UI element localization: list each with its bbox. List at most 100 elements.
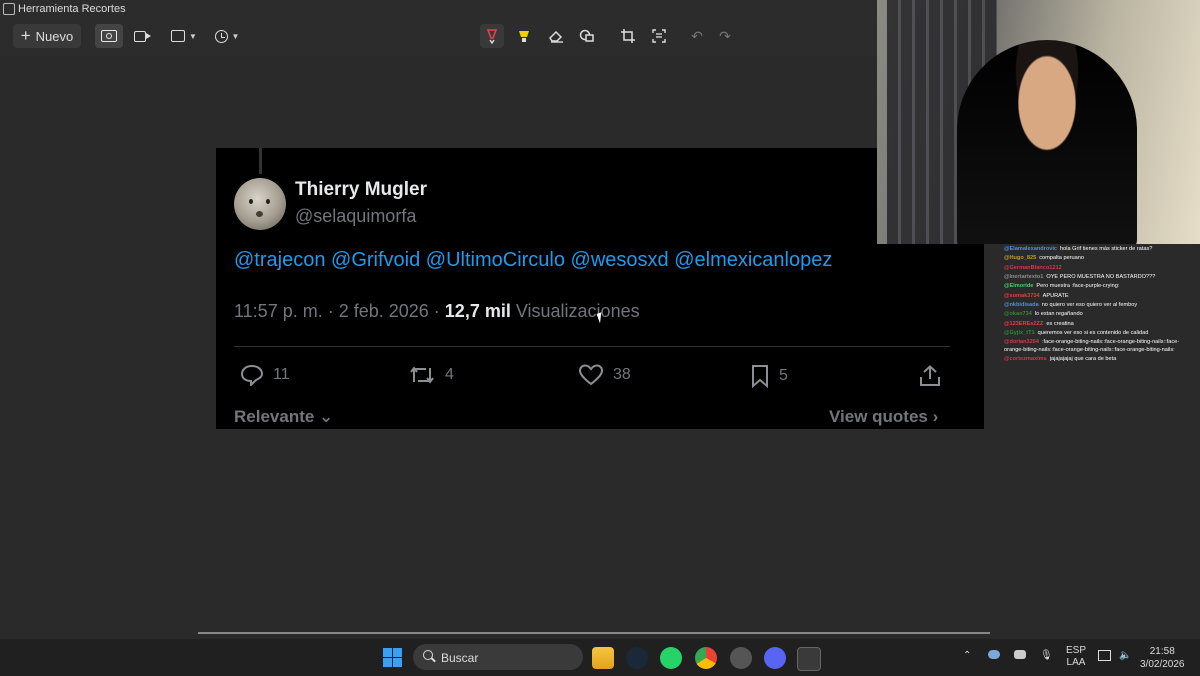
- microphone-icon[interactable]: 🎙: [1040, 650, 1053, 661]
- chat-text: APURATE: [1042, 292, 1069, 299]
- discord-tray-icon[interactable]: [1014, 650, 1026, 659]
- chat-username[interactable]: @dorian3264: [1004, 339, 1039, 345]
- webcam-overlay: [877, 0, 1200, 244]
- heart-icon: [578, 364, 604, 386]
- steam-icon[interactable]: [626, 647, 648, 669]
- taskbar-search[interactable]: Buscar: [413, 644, 583, 670]
- chat-username[interactable]: @Elmoride: [1004, 283, 1033, 289]
- chat-username[interactable]: @okao734: [1004, 311, 1032, 317]
- tweet-author[interactable]: Thierry Mugler: [295, 179, 427, 201]
- chevron-down-icon: ⌄: [314, 407, 334, 426]
- view-quotes-link[interactable]: View quotes ›: [829, 407, 938, 427]
- chat-message: @Inertartexto1 OYE PERO MUESTRA NO BASTAR…: [1004, 274, 1194, 282]
- avatar-eye: [249, 199, 253, 204]
- chat-message: @123EREs2ZZ es creatina: [1004, 321, 1194, 329]
- bookmark-count: 5: [779, 367, 788, 384]
- chat-username[interactable]: @Gyjix_tT1: [1004, 330, 1035, 336]
- repost-button[interactable]: 4: [408, 364, 454, 386]
- chat-username[interactable]: @somak3734: [1004, 293, 1040, 299]
- highlighter-tool-button[interactable]: [512, 24, 536, 48]
- chat-message: @somak3734 APURATE: [1004, 293, 1194, 301]
- undo-button[interactable]: ↶: [685, 24, 709, 48]
- chat-text: jajajajajaj que cara de beta: [1049, 356, 1117, 363]
- chat-username[interactable]: @123EREs2ZZ: [1004, 321, 1043, 327]
- taskbar: Buscar ⌃ 🎙 ESP LAA 🔈 21:58 3/02/2026: [0, 639, 1200, 676]
- horizontal-scrollbar[interactable]: [198, 632, 990, 634]
- chat-text: queremos ver eso si es contenido de cali…: [1037, 329, 1149, 336]
- tweet-time-date: 11:57 p. m. · 2 feb. 2026 ·: [234, 301, 445, 321]
- new-button-label: Nuevo: [35, 28, 74, 44]
- reply-button[interactable]: 11: [240, 364, 290, 386]
- sort-dropdown[interactable]: Relevante ⌄: [234, 407, 333, 427]
- avatar-eye: [266, 199, 270, 204]
- clock-date: 3/02/2026: [1140, 659, 1185, 670]
- text-actions-button[interactable]: [647, 24, 671, 48]
- avatar[interactable]: [234, 178, 286, 230]
- system-clock[interactable]: 21:58 3/02/2026: [1140, 645, 1185, 671]
- undo-icon: ↶: [691, 27, 703, 44]
- chat-text: es creatina: [1046, 320, 1074, 327]
- snipping-tool-icon[interactable]: [797, 647, 821, 671]
- bookmark-button[interactable]: 5: [750, 364, 788, 388]
- clock-icon: [214, 29, 228, 43]
- chat-username[interactable]: @GermanBlanco1212: [1004, 265, 1062, 271]
- file-explorer-icon[interactable]: [592, 647, 614, 669]
- video-mode-button[interactable]: [130, 24, 151, 48]
- chat-username[interactable]: @nkbidisada: [1004, 302, 1039, 308]
- chat-message: @Hugo_825 compalta peruano: [1004, 255, 1194, 263]
- chrome-icon[interactable]: [695, 647, 717, 669]
- screenshot-mode-button[interactable]: [95, 24, 123, 48]
- shapes-tool-button[interactable]: [575, 24, 599, 48]
- chat-username[interactable]: @cortezmaxims: [1004, 356, 1047, 362]
- shapes-icon: [579, 29, 594, 42]
- chat-message: @Elamalexandrovic hola Grif tienes más st…: [1004, 246, 1194, 254]
- divider: [234, 346, 950, 347]
- chat-text: compalta peruano: [1039, 255, 1084, 262]
- tweet-handle[interactable]: @selaquimorfa: [295, 206, 416, 227]
- repost-icon: [410, 366, 434, 384]
- captured-tweet: Thierry Mugler @selaquimorfa @trajecon @…: [216, 148, 984, 429]
- onedrive-icon[interactable]: [988, 650, 1000, 659]
- language-indicator[interactable]: ESP LAA: [1066, 645, 1086, 669]
- share-button[interactable]: [918, 364, 951, 388]
- language-code: ESP: [1066, 645, 1087, 656]
- chat-username[interactable]: @Elamalexandrovic: [1004, 246, 1057, 252]
- view-quotes-label: View quotes: [829, 407, 928, 426]
- reply-count: 11: [273, 366, 290, 383]
- avatar-mouth: [256, 211, 263, 217]
- chat-username[interactable]: @Hugo_825: [1004, 255, 1036, 261]
- rectangle-icon: [171, 30, 186, 42]
- volume-icon[interactable]: 🔈: [1119, 650, 1131, 661]
- reply-icon: [240, 364, 264, 386]
- eraser-tool-button[interactable]: [544, 24, 568, 48]
- pen-icon: [486, 29, 498, 44]
- pen-tool-button[interactable]: [480, 24, 504, 48]
- tweet-views-count: 12,7 mil: [444, 301, 511, 321]
- chat-text: lo estan regañando: [1034, 311, 1083, 318]
- like-button[interactable]: 38: [578, 364, 631, 386]
- discord-icon[interactable]: [764, 647, 786, 669]
- chevron-down-icon: ▼: [189, 31, 197, 41]
- new-button[interactable]: + Nuevo: [13, 24, 81, 48]
- whatsapp-icon[interactable]: [660, 647, 682, 669]
- crop-button[interactable]: [616, 24, 640, 48]
- redo-button[interactable]: ↷: [713, 24, 737, 48]
- tweet-meta: 11:57 p. m. · 2 feb. 2026 · 12,7 mil Vis…: [234, 301, 640, 322]
- obs-icon[interactable]: [730, 647, 752, 669]
- tweet-mentions[interactable]: @trajecon @Grifvoid @UltimoCirculo @weso…: [234, 249, 832, 272]
- search-icon: [423, 650, 433, 660]
- start-button[interactable]: [382, 647, 404, 669]
- app-icon: [3, 3, 15, 15]
- chat-username[interactable]: @Inertartexto1: [1004, 274, 1043, 280]
- chat-message: @nkbidisada no quiero ver eso quiero ver …: [1004, 302, 1194, 310]
- delay-dropdown[interactable]: ▼: [212, 24, 242, 48]
- network-icon[interactable]: [1098, 650, 1111, 661]
- snip-shape-dropdown[interactable]: ▼: [170, 24, 198, 48]
- sort-label: Relevante: [234, 407, 315, 426]
- highlighter-icon: [519, 31, 529, 42]
- show-hidden-icons[interactable]: ⌃: [963, 650, 971, 661]
- video-icon: [134, 30, 151, 42]
- chat-message: @Gyjix_tT1 queremos ver eso si es conteni…: [1004, 330, 1194, 338]
- chat-text: hola Grif tienes más sticker de ratas?: [1060, 246, 1153, 252]
- crop-icon: [621, 29, 635, 43]
